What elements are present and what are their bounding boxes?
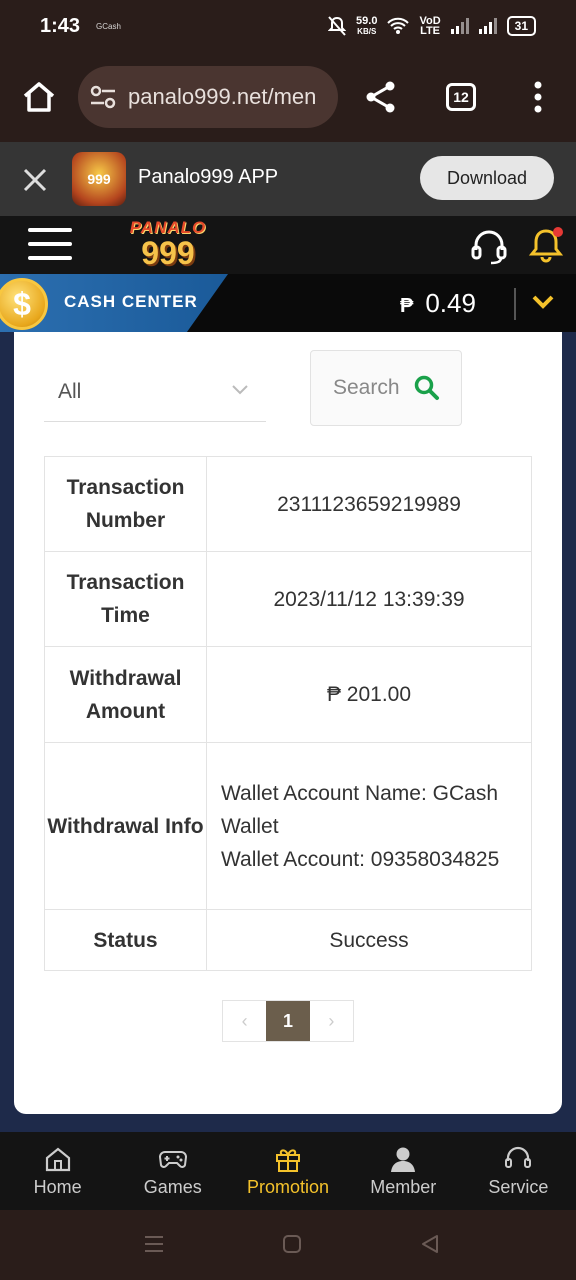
row-value: ₱ 201.00: [206, 646, 532, 743]
url-text: panalo999.net/men: [128, 84, 317, 109]
download-button[interactable]: Download: [420, 156, 554, 200]
type-filter-select[interactable]: All: [44, 362, 266, 422]
browser-toolbar: panalo999.net/men 12: [0, 52, 576, 142]
battery-icon: 31: [506, 16, 536, 36]
signal-icon: [450, 18, 469, 34]
hamburger-menu-icon[interactable]: [28, 228, 72, 264]
signal-icon-2: [478, 18, 497, 34]
support-headset-icon[interactable]: [470, 228, 508, 266]
nav-home[interactable]: Home: [0, 1132, 115, 1210]
cash-center-bar: $ CASH CENTER ₱ 0.49: [0, 274, 576, 332]
home-nav-icon[interactable]: [282, 1234, 302, 1254]
url-bar[interactable]: panalo999.net/men: [78, 66, 338, 128]
bottom-navigation: Home Games Promotion Member Service: [0, 1132, 576, 1210]
net-type: VoD LTE: [419, 15, 441, 37]
status-indicators: 59.0 KB/S VoD LTE 31: [328, 14, 536, 37]
row-value: 2311123659219989: [206, 456, 532, 552]
clock: 1:43: [40, 14, 81, 37]
table-row: Status Success: [44, 909, 532, 971]
row-key: Withdrawal Amount: [44, 646, 207, 743]
notification-bell-icon[interactable]: [528, 226, 564, 264]
recent-apps-icon[interactable]: [144, 1234, 164, 1254]
table-row: Transaction Time 2023/11/12 13:39:39: [44, 551, 532, 647]
cash-center-label: CASH CENTER: [64, 292, 198, 311]
nav-promotion[interactable]: Promotion: [230, 1132, 345, 1210]
browser-home-icon[interactable]: [22, 80, 56, 114]
site-settings-icon[interactable]: [90, 85, 116, 109]
net-speed: 59.0 KB/S: [356, 14, 378, 36]
status-value: Success: [206, 909, 532, 971]
search-icon: [414, 375, 439, 400]
gamepad-icon: [158, 1150, 187, 1168]
table-row: Transaction Number 2311123659219989: [44, 456, 532, 552]
headset-icon: [505, 1146, 532, 1168]
row-value: Wallet Account Name: GCash Wallet Wallet…: [206, 742, 532, 910]
app-download-banner: 999 Panalo999 APP Download: [0, 142, 576, 216]
next-page-button[interactable]: ›: [310, 1001, 353, 1041]
gift-icon: [276, 1148, 300, 1172]
nav-member[interactable]: Member: [346, 1132, 461, 1210]
table-row: Withdrawal Amount ₱ 201.00: [44, 646, 532, 743]
prev-page-button[interactable]: ‹: [223, 1001, 266, 1041]
share-icon[interactable]: [364, 80, 398, 114]
site-logo[interactable]: PANALO 999: [118, 218, 218, 274]
row-key: Status: [44, 909, 207, 971]
chevron-down-icon: [232, 385, 248, 395]
balance-amount: ₱ 0.49: [400, 288, 476, 318]
status-bar: 1:43 GCash 59.0 KB/S VoD LTE 31: [0, 0, 576, 52]
nav-games[interactable]: Games: [115, 1132, 230, 1210]
site-header: PANALO 999: [0, 216, 576, 274]
balance-divider: [514, 288, 516, 320]
table-row: Withdrawal Info Wallet Account Name: GCa…: [44, 742, 532, 910]
app-title: Panalo999 APP: [138, 166, 279, 188]
back-icon[interactable]: [420, 1234, 440, 1254]
row-key: Withdrawal Info: [44, 742, 207, 910]
search-button[interactable]: Search: [310, 350, 462, 426]
transaction-card: All Search Transaction Number 2311123659…: [14, 332, 562, 1114]
wifi-icon: [387, 17, 410, 34]
app-logo: 999: [72, 152, 126, 206]
more-menu-icon[interactable]: [533, 80, 543, 114]
pagination: ‹ 1 ›: [222, 1000, 354, 1042]
status-app-note: GCash: [96, 21, 121, 31]
search-label: Search: [333, 376, 400, 399]
system-navigation-bar: [0, 1210, 576, 1280]
nav-service[interactable]: Service: [461, 1132, 576, 1210]
row-key: Transaction Number: [44, 456, 207, 552]
close-icon[interactable]: [22, 167, 48, 193]
page-button-current[interactable]: 1: [266, 1001, 310, 1041]
tabs-count-button[interactable]: 12: [446, 83, 476, 111]
transaction-details-table: Transaction Number 2311123659219989 Tran…: [44, 456, 532, 971]
home-icon: [45, 1147, 70, 1171]
member-icon: [391, 1147, 416, 1172]
mute-icon: [328, 16, 347, 36]
row-value: 2023/11/12 13:39:39: [206, 551, 532, 647]
row-key: Transaction Time: [44, 551, 207, 647]
chevron-down-icon[interactable]: [532, 294, 554, 310]
